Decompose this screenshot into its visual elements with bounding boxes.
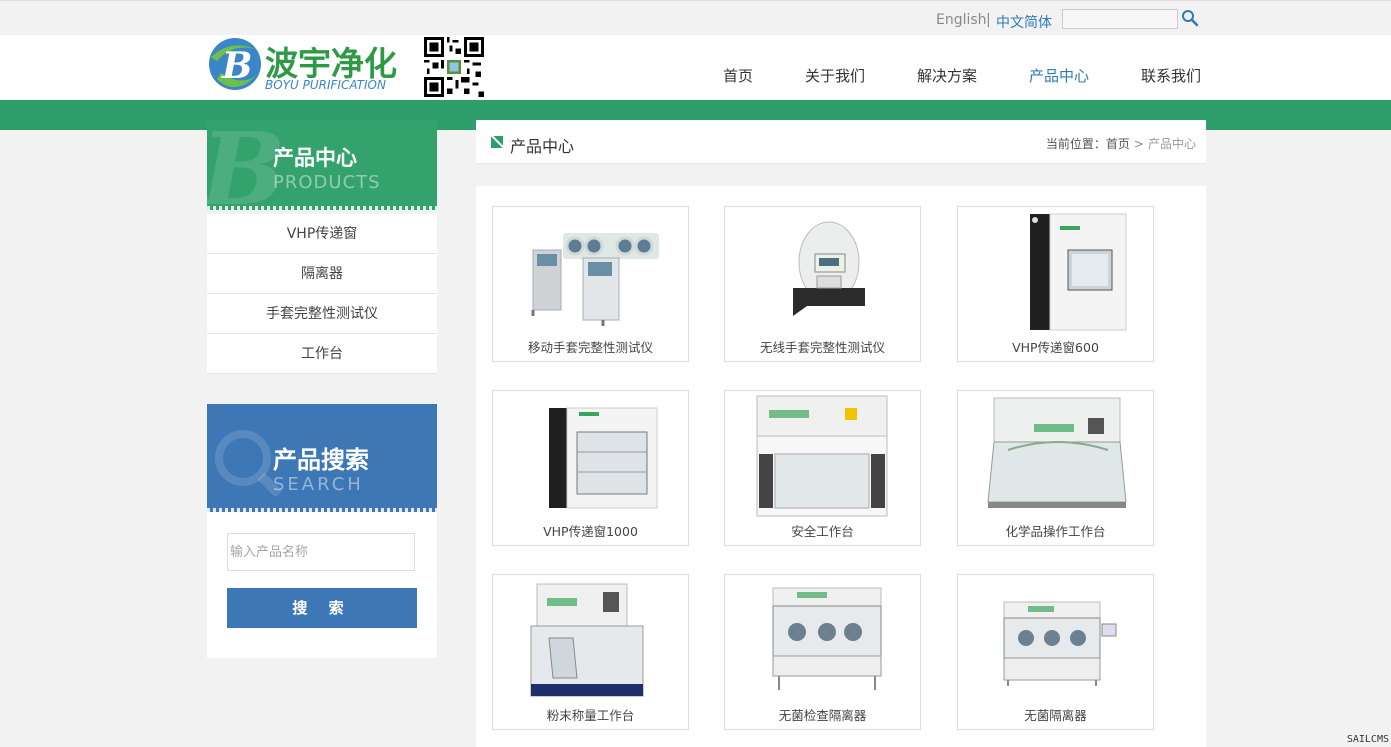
product-name[interactable]: VHP传递窗600 — [958, 337, 1153, 356]
products-category-title: 产品中心 — [273, 146, 357, 170]
product-card[interactable]: 安全工作台 — [724, 390, 921, 546]
breadcrumb-prefix: 当前位置： — [1045, 137, 1106, 151]
product-name[interactable]: 化学品操作工作台 — [958, 521, 1153, 540]
product-image — [530, 583, 644, 697]
product-name[interactable]: 无线手套完整性测试仪 — [725, 337, 920, 356]
category-list: VHP传递窗 隔离器 手套完整性测试仪 工作台 — [207, 214, 437, 374]
product-image — [549, 407, 658, 509]
product-search-button[interactable]: 搜 索 — [227, 588, 417, 628]
products-category-header: B 产品中心 PRODUCTS — [207, 120, 437, 210]
product-image — [531, 233, 659, 326]
product-name[interactable]: 粉末称量工作台 — [493, 705, 688, 724]
nav-item-solutions[interactable]: 解决方案 — [917, 65, 977, 86]
page-header: 产品中心 当前位置：首页 > 产品中心 — [476, 120, 1206, 164]
product-name[interactable]: 无菌隔离器 — [958, 705, 1153, 724]
product-card[interactable]: 无菌检查隔离器 — [724, 574, 921, 730]
qr-code-image — [424, 37, 484, 97]
category-item-workbench[interactable]: 工作台 — [207, 334, 437, 374]
svg-text:BOYU PURIFICATION: BOYU PURIFICATION — [265, 78, 386, 92]
section-icon — [491, 136, 503, 148]
nav-item-products[interactable]: 产品中心 — [1029, 65, 1089, 86]
product-search-title: 产品搜索 — [273, 446, 369, 474]
breadcrumb-current: 产品中心 — [1147, 137, 1196, 151]
nav-item-contact[interactable]: 联系我们 — [1141, 65, 1201, 86]
product-card[interactable]: 无菌隔离器 — [957, 574, 1154, 730]
product-image — [772, 587, 882, 690]
nav-item-about[interactable]: 关于我们 — [805, 65, 865, 86]
product-image — [1003, 601, 1117, 686]
category-item-glove-tester[interactable]: 手套完整性测试仪 — [207, 294, 437, 334]
product-card[interactable]: 移动手套完整性测试仪 — [492, 206, 689, 362]
product-card[interactable]: VHP传递窗600 — [957, 206, 1154, 362]
product-name[interactable]: VHP传递窗1000 — [493, 521, 688, 540]
site-logo[interactable]: B 波宇净化 BOYU PURIFICATION — [207, 35, 427, 97]
product-search-panel: 搜 索 — [207, 512, 437, 658]
product-name[interactable]: 无菌检查隔离器 — [725, 705, 920, 724]
svg-text:B: B — [221, 45, 252, 87]
products-category-subtitle: PRODUCTS — [273, 172, 381, 193]
breadcrumb-arrow: > — [1133, 137, 1144, 151]
product-name[interactable]: 移动手套完整性测试仪 — [493, 337, 688, 356]
nav-item-home[interactable]: 首页 — [723, 65, 753, 86]
category-item-vhp[interactable]: VHP传递窗 — [207, 214, 437, 254]
breadcrumb-home-link[interactable]: 首页 — [1106, 137, 1130, 151]
search-icon[interactable] — [1181, 9, 1199, 27]
product-card[interactable]: 无线手套完整性测试仪 — [724, 206, 921, 362]
magnifier-watermark-icon — [215, 430, 281, 496]
lang-english-link[interactable]: English — [936, 12, 987, 28]
product-image — [1030, 213, 1127, 331]
product-card[interactable]: 化学品操作工作台 — [957, 390, 1154, 546]
top-bar: English | 中文简体 — [0, 0, 1391, 35]
product-name[interactable]: 安全工作台 — [725, 521, 920, 540]
product-image — [987, 397, 1127, 508]
breadcrumb: 当前位置：首页 > 产品中心 — [1046, 135, 1196, 152]
product-search-subtitle: SEARCH — [273, 474, 364, 495]
product-card[interactable]: 粉末称量工作台 — [492, 574, 689, 730]
product-card[interactable]: VHP传递窗1000 — [492, 390, 689, 546]
lang-separator: | — [986, 12, 991, 28]
product-search-input[interactable] — [227, 533, 415, 571]
top-search-input[interactable] — [1062, 9, 1178, 29]
lang-chinese-link[interactable]: 中文简体 — [996, 12, 1052, 32]
product-search-header: 产品搜索 SEARCH — [207, 404, 437, 512]
category-item-isolator[interactable]: 隔离器 — [207, 254, 437, 294]
cms-watermark: SAILCMS — [1346, 734, 1389, 745]
product-image — [793, 221, 865, 316]
site-header: B 波宇净化 BOYU PURIFICATION 首页 关于我们 解决方案 产品… — [0, 35, 1391, 100]
zigzag-divider — [207, 206, 437, 210]
product-grid: 移动手套完整性测试仪 无线手套完整性测试仪 VHP传递窗600 VHP传递窗10… — [476, 186, 1206, 747]
page-title: 产品中心 — [510, 137, 575, 156]
product-image — [756, 395, 888, 517]
